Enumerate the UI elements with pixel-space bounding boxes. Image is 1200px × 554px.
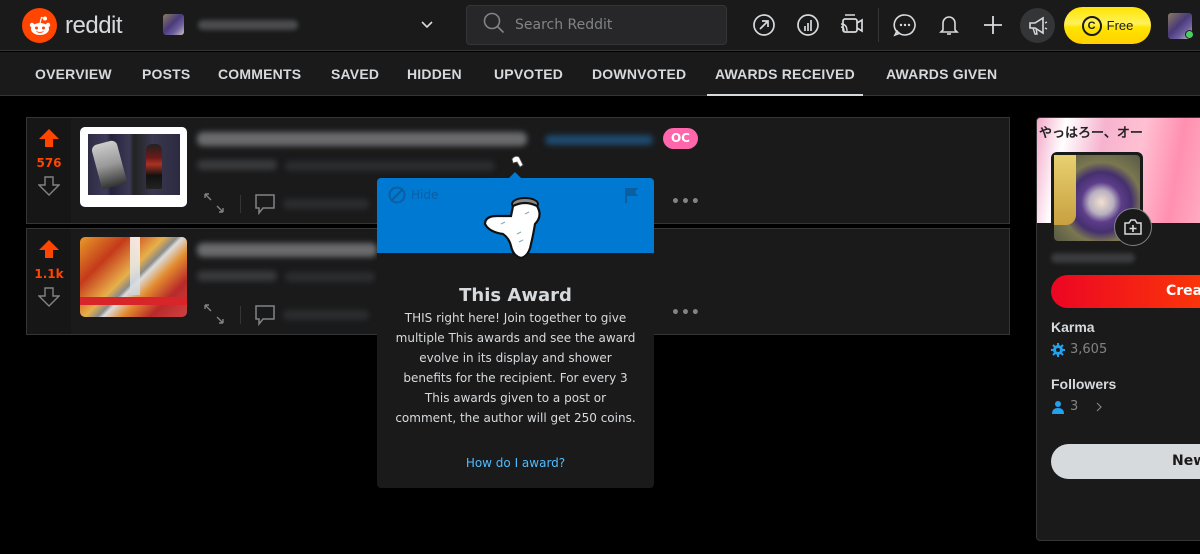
- person-icon: [1052, 400, 1064, 414]
- downvote-icon[interactable]: [37, 287, 61, 311]
- change-avatar-button[interactable]: [1114, 208, 1152, 246]
- followers-value: 3: [1070, 399, 1079, 414]
- upvote-icon[interactable]: [38, 239, 60, 263]
- vote-column: 1.1k: [27, 229, 71, 334]
- followers-row[interactable]: 3: [1051, 399, 1104, 414]
- blurred-profile-name: [1051, 253, 1135, 263]
- banner-text: やっはろー、オー: [1039, 126, 1143, 141]
- blurred-comment-count[interactable]: [283, 310, 369, 320]
- free-label: Free: [1106, 18, 1134, 33]
- karma-icon: [1051, 342, 1065, 357]
- create-post-icon[interactable]: [979, 11, 1007, 39]
- get-coins-button[interactable]: C Free: [1064, 7, 1151, 44]
- blurred-username: [198, 19, 298, 30]
- online-status-icon: [1185, 30, 1194, 39]
- hide-award-button[interactable]: Hide: [388, 186, 438, 204]
- hide-icon: [388, 186, 406, 204]
- comments-icon[interactable]: [254, 193, 276, 215]
- action-divider: [240, 306, 241, 324]
- post-thumbnail[interactable]: [80, 127, 187, 207]
- tab-comments[interactable]: COMMENTS: [218, 52, 301, 96]
- blurred-post-link[interactable]: [545, 135, 653, 145]
- followers-label: Followers: [1051, 376, 1117, 392]
- top-bar: reddit C Free: [0, 0, 1200, 51]
- tab-hidden[interactable]: HIDDEN: [407, 52, 462, 96]
- more-options-icon[interactable]: •••: [671, 305, 701, 321]
- chat-icon[interactable]: [891, 11, 919, 39]
- advertise-icon[interactable]: [1020, 8, 1055, 43]
- user-dropdown[interactable]: [163, 14, 298, 35]
- blurred-subreddit[interactable]: [197, 271, 277, 281]
- tab-saved[interactable]: SAVED: [331, 52, 379, 96]
- downvote-icon[interactable]: [37, 176, 61, 200]
- profile-card: やっはろー、オー Create Karma 3,605 Followers 3 …: [1036, 117, 1200, 541]
- chevron-right-icon: [1096, 402, 1103, 411]
- new-post-button[interactable]: New: [1051, 444, 1200, 479]
- vote-score: 576: [36, 156, 62, 170]
- action-divider: [240, 195, 241, 213]
- award-popover: Hide This Award THIS right here! Join to…: [377, 172, 654, 488]
- post-thumbnail[interactable]: [80, 237, 187, 317]
- blurred-post-title[interactable]: [197, 243, 377, 257]
- award-icon[interactable]: [509, 154, 525, 174]
- camera-plus-icon: [1124, 219, 1142, 235]
- tab-downvoted[interactable]: DOWNVOTED: [592, 52, 686, 96]
- hide-label: Hide: [411, 188, 439, 202]
- blurred-subreddit[interactable]: [197, 160, 277, 170]
- vote-column: 576: [27, 118, 71, 223]
- blurred-comment-count[interactable]: [283, 199, 369, 209]
- tab-awards-given[interactable]: AWARDS GIVEN: [886, 52, 997, 96]
- award-title: This Award: [459, 285, 572, 306]
- tab-upvoted[interactable]: UPVOTED: [494, 52, 563, 96]
- vote-score: 1.1k: [34, 267, 64, 281]
- blurred-post-meta: [285, 161, 495, 171]
- comments-icon[interactable]: [254, 304, 276, 326]
- how-to-award-link[interactable]: How do I award?: [377, 456, 654, 470]
- award-header: Hide: [377, 178, 654, 260]
- logo-wordmark: reddit: [65, 11, 123, 39]
- tab-awards-received[interactable]: AWARDS RECEIVED: [707, 52, 863, 96]
- chevron-down-icon[interactable]: [418, 16, 436, 38]
- coin-icon: C: [1081, 15, 1102, 36]
- live-icon[interactable]: [837, 11, 865, 39]
- header-divider: [878, 8, 879, 42]
- expand-icon[interactable]: [203, 192, 225, 214]
- profile-tabs: OVERVIEW POSTS COMMENTS SAVED HIDDEN UPV…: [0, 52, 1200, 96]
- award-description: THIS right here! Join together to give m…: [395, 311, 636, 425]
- report-flag-icon[interactable]: [623, 186, 641, 208]
- search-icon: [483, 12, 505, 38]
- oc-flair-badge: OC: [663, 128, 698, 149]
- blurred-post-meta: [285, 272, 375, 282]
- karma-value: 3,605: [1070, 342, 1108, 357]
- create-avatar-button[interactable]: Create: [1051, 275, 1200, 308]
- blurred-post-title[interactable]: [197, 132, 527, 146]
- karma-label: Karma: [1051, 319, 1095, 335]
- reddit-logo[interactable]: reddit: [22, 8, 123, 43]
- community-avatar: [163, 14, 184, 35]
- snoo-icon: [22, 8, 57, 43]
- search-bar[interactable]: [466, 5, 727, 45]
- popular-icon[interactable]: [750, 11, 778, 39]
- tab-overview[interactable]: OVERVIEW: [35, 52, 112, 96]
- notifications-icon[interactable]: [935, 11, 963, 39]
- karma-value-row: 3,605: [1051, 342, 1107, 357]
- search-input[interactable]: [515, 17, 715, 33]
- upvote-icon[interactable]: [38, 128, 60, 152]
- expand-icon[interactable]: [203, 303, 225, 325]
- tab-posts[interactable]: POSTS: [142, 52, 190, 96]
- stats-icon[interactable]: [794, 11, 822, 39]
- more-options-icon[interactable]: •••: [671, 194, 701, 210]
- pointing-hand-award-icon: [481, 194, 551, 270]
